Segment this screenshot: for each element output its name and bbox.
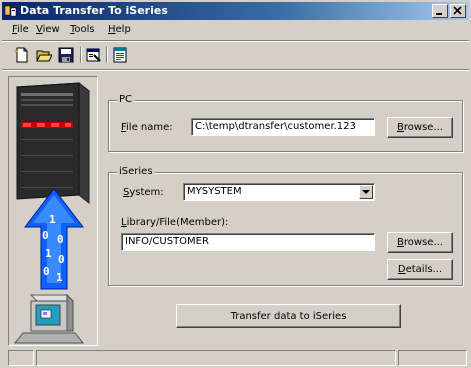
toolbar-separator <box>80 47 82 63</box>
menu-file-label: ile <box>17 24 29 35</box>
pc-group-title: PC <box>117 94 135 105</box>
menu-view-mnemonic: V <box>36 24 43 35</box>
status-pane-right <box>398 350 467 366</box>
iseries-group-title: iSeries <box>117 166 155 177</box>
menu-tools[interactable]: Tools <box>70 24 95 35</box>
run-icon <box>113 47 127 63</box>
toolbar-separator-bottom <box>2 69 469 71</box>
system-select[interactable]: MYSYSTEM <box>183 183 375 201</box>
upload-arrow-icon: 1 0 0 1 0 0 1 <box>23 188 85 290</box>
status-bar <box>2 350 469 366</box>
menu-tools-label: ools <box>74 24 95 35</box>
library-file-label-text: ibrary/File(Member): <box>126 217 229 228</box>
menu-help-label: elp <box>115 24 131 35</box>
new-button[interactable] <box>12 45 32 65</box>
pc-browse-button[interactable]: Browse... <box>387 117 453 138</box>
toolbar-separator <box>106 47 108 63</box>
iseries-group: iSeries System: MYSYSTEM Library/File(Me… <box>108 166 463 286</box>
menu-view[interactable]: View <box>36 24 60 35</box>
new-icon <box>14 47 28 63</box>
library-file-input[interactable]: INFO/CUSTOMER <box>121 233 375 251</box>
pc-browse-label: rowse... <box>403 122 443 133</box>
details-label: etails... <box>405 264 443 275</box>
data-transfer-window: Data Transfer To iSeries File View Tools… <box>0 0 471 368</box>
properties-button[interactable] <box>84 45 104 65</box>
svg-text:1: 1 <box>45 247 52 260</box>
menu-help[interactable]: Help <box>108 24 131 35</box>
svg-text:0: 0 <box>57 233 64 246</box>
transfer-illustration: 1 0 0 1 0 0 1 <box>8 76 98 346</box>
save-icon <box>58 47 74 63</box>
app-icon[interactable] <box>5 5 17 17</box>
open-icon <box>36 50 52 62</box>
chevron-down-icon <box>362 190 370 194</box>
minimize-icon <box>436 13 442 15</box>
minimize-button[interactable] <box>432 4 448 18</box>
svg-text:0: 0 <box>42 229 49 242</box>
file-name-input[interactable]: C:\temp\dtransfer\customer.123 <box>191 118 375 136</box>
run-transfer-button[interactable] <box>110 45 130 65</box>
menu-help-mnemonic: H <box>108 24 116 35</box>
system-label-text: ystem: <box>129 187 164 198</box>
pc-icon <box>13 293 85 344</box>
file-name-label: File name: <box>121 122 173 133</box>
transfer-illustration-graphic: 1 0 0 1 0 0 1 <box>13 81 91 344</box>
svg-text:0: 0 <box>58 253 65 266</box>
title-bar[interactable]: Data Transfer To iSeries <box>2 2 469 20</box>
menu-separator <box>2 40 469 42</box>
menu-file[interactable]: File <box>12 24 29 35</box>
close-icon <box>453 6 462 15</box>
open-button[interactable] <box>34 45 54 65</box>
file-name-label-text: ile name: <box>126 122 173 133</box>
properties-icon <box>86 48 101 62</box>
status-pane-small <box>8 350 34 366</box>
system-dropdown-button[interactable] <box>359 185 373 199</box>
iseries-browse-mnemonic: B <box>397 237 404 248</box>
svg-text:0: 0 <box>43 265 50 278</box>
svg-text:1: 1 <box>56 271 63 284</box>
svg-text:1: 1 <box>49 213 56 226</box>
status-pane-main <box>36 350 396 366</box>
iseries-browse-button[interactable]: Browse... <box>387 232 453 253</box>
system-label: System: <box>123 187 164 198</box>
iseries-browse-label: rowse... <box>403 237 443 248</box>
details-button[interactable]: Details... <box>387 259 453 280</box>
menu-view-label: iew <box>42 24 60 35</box>
library-file-label: Library/File(Member): <box>121 217 228 228</box>
close-button[interactable] <box>450 4 466 18</box>
transfer-data-button[interactable]: Transfer data to iSeries <box>176 304 401 328</box>
details-mnemonic: D <box>397 264 406 275</box>
save-button[interactable] <box>56 45 76 65</box>
pc-browse-mnemonic: B <box>397 122 404 133</box>
window-title: Data Transfer To iSeries <box>20 4 168 17</box>
pc-group: PC File name: C:\temp\dtransfer\customer… <box>108 94 463 152</box>
